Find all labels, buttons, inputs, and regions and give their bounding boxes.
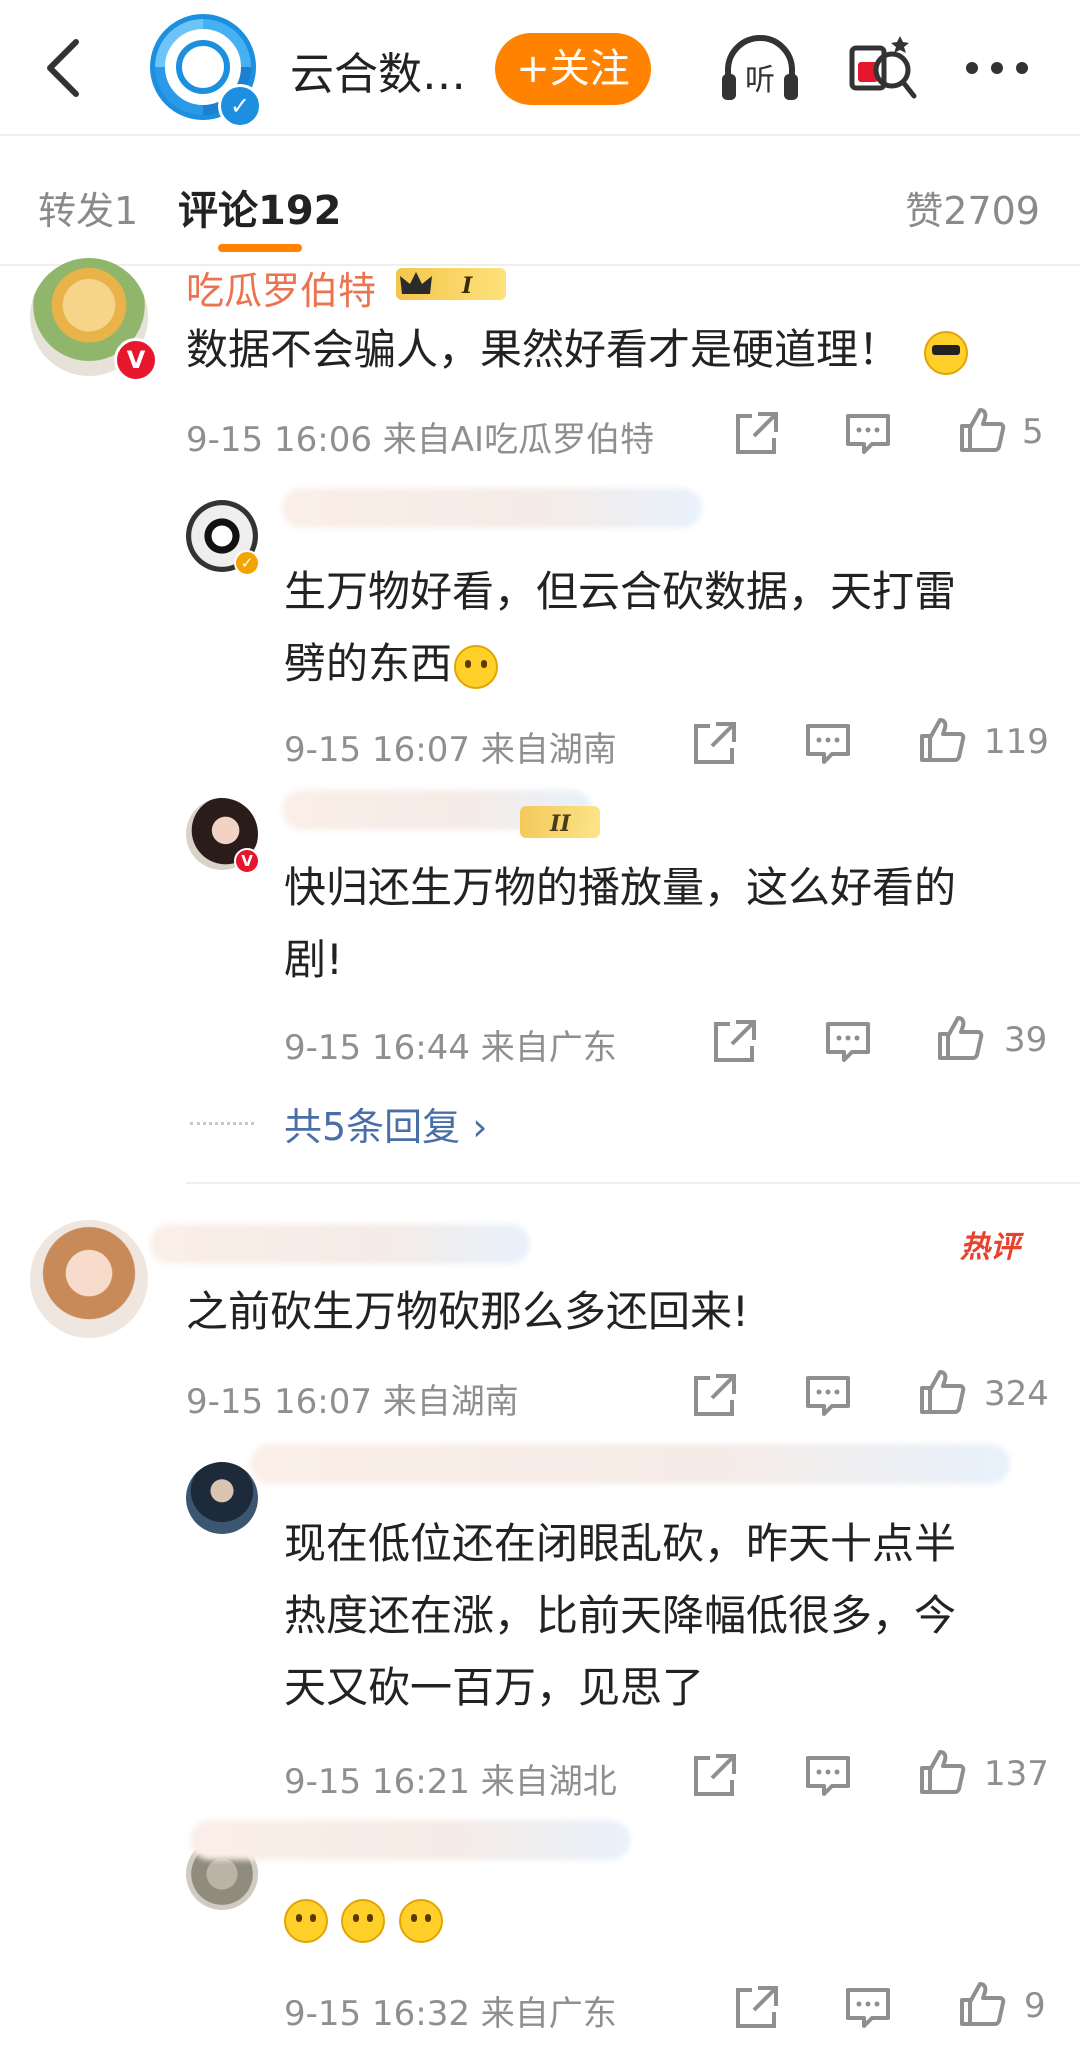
- comment-icon[interactable]: [824, 1018, 872, 1066]
- share-icon[interactable]: [690, 1372, 738, 1420]
- username[interactable]: [150, 1224, 530, 1264]
- reply-text: 现在低位还在闭眼乱砍，昨天十点半 热度还在涨，比前天降幅低很多，今 天又砍一百万…: [284, 1519, 957, 1712]
- active-tab-indicator: [218, 244, 302, 252]
- svg-text:I: I: [461, 273, 473, 299]
- smile-emoji-icon: [284, 1898, 328, 1943]
- like-count: 5: [1022, 412, 1044, 452]
- comment-icon[interactable]: [804, 1752, 852, 1800]
- reply-text: 快归还生万物的播放量，这么好看的 剧!: [284, 863, 957, 984]
- like-count: 324: [984, 1374, 1049, 1414]
- username[interactable]: 吃瓜罗伯特: [186, 260, 376, 315]
- reply-meta: 9-15 16:07 来自湖南: [284, 730, 617, 770]
- comment-icon[interactable]: [804, 720, 852, 768]
- like-count: 39: [1004, 1020, 1048, 1060]
- share-icon[interactable]: [732, 410, 780, 458]
- reply-text: 生万物好看，但云合砍数据，天打雷 劈的东西: [284, 567, 957, 689]
- like-icon[interactable]: [958, 1980, 1006, 2028]
- avatar[interactable]: [30, 1220, 148, 1338]
- reply-meta: 9-15 16:21 来自湖北: [284, 1762, 617, 1802]
- tab-bar: 转发1 评论192 赞2709: [0, 136, 1080, 266]
- reply-meta: 9-15 16:32 来自广东: [284, 1994, 617, 2034]
- like-icon[interactable]: [918, 716, 966, 764]
- username[interactable]: [282, 488, 702, 528]
- like-count: 119: [984, 722, 1049, 762]
- red-packet-icon: [849, 36, 917, 99]
- share-icon[interactable]: [690, 1752, 738, 1800]
- share-icon[interactable]: [690, 720, 738, 768]
- avatar[interactable]: [186, 1462, 258, 1534]
- tab-comments[interactable]: 评论192: [178, 178, 342, 236]
- share-icon[interactable]: [732, 1984, 780, 2032]
- reply-emojis: [284, 1882, 584, 1954]
- comment-meta: 9-15 16:06 来自AI吃瓜罗伯特: [186, 420, 655, 460]
- verified-badge-icon: V: [114, 338, 158, 382]
- like-icon[interactable]: [918, 1748, 966, 1796]
- member-badge-icon: II: [520, 806, 600, 838]
- comment-icon[interactable]: [844, 1984, 892, 2032]
- reply-meta: 9-15 16:44 来自广东: [284, 1028, 617, 1068]
- profile-avatar[interactable]: ✓: [150, 14, 262, 128]
- back-icon: [47, 39, 79, 97]
- listen-button[interactable]: 听: [718, 30, 802, 106]
- page-title: 云合数…: [290, 49, 466, 100]
- svg-text:II: II: [549, 811, 571, 837]
- listen-icon: 听: [722, 35, 798, 100]
- comment-icon[interactable]: [804, 1372, 852, 1420]
- comment-text: 之前砍生万物砍那么多还回来!: [186, 1287, 749, 1336]
- like-count: 9: [1024, 1986, 1046, 2026]
- svg-text:听: 听: [745, 63, 775, 98]
- angry-emoji-icon: [454, 644, 499, 689]
- like-icon[interactable]: [958, 406, 1006, 454]
- like-count: 137: [984, 1754, 1049, 1794]
- verified-badge-icon: ✓: [234, 550, 260, 576]
- username[interactable]: [250, 1444, 1010, 1484]
- red-packet-search-button[interactable]: [848, 28, 918, 106]
- share-icon[interactable]: [710, 1018, 758, 1066]
- back-button[interactable]: [38, 36, 88, 100]
- like-icon[interactable]: [918, 1368, 966, 1416]
- verified-badge-icon: ✓: [218, 84, 262, 128]
- verified-badge-icon: V: [234, 848, 260, 874]
- more-button[interactable]: [962, 38, 1032, 98]
- smile-emoji-icon: [398, 1898, 443, 1943]
- username[interactable]: [190, 1820, 630, 1860]
- comment-divider: [186, 1182, 1080, 1184]
- comment-icon[interactable]: [844, 410, 892, 458]
- comment-text: 数据不会骗人，果然好看才是硬道理！: [186, 314, 1046, 386]
- like-icon[interactable]: [936, 1014, 984, 1062]
- member-badge-icon: I: [396, 268, 506, 300]
- reply-thread-dots: [190, 1122, 254, 1125]
- more-replies-link[interactable]: 共5条回复 ›: [284, 1096, 487, 1151]
- hot-comment-badge: 热评: [960, 1230, 1020, 1265]
- top-bar: ✓ 云合数… +关注 听: [0, 0, 1080, 136]
- cool-emoji-icon: [924, 330, 969, 375]
- smile-emoji-icon: [341, 1898, 386, 1943]
- tab-likes[interactable]: 赞2709: [905, 180, 1040, 235]
- tab-repost[interactable]: 转发1: [38, 180, 138, 235]
- more-icon: [966, 62, 1028, 74]
- follow-button[interactable]: +关注: [495, 33, 651, 105]
- comment-meta: 9-15 16:07 来自湖南: [186, 1382, 519, 1422]
